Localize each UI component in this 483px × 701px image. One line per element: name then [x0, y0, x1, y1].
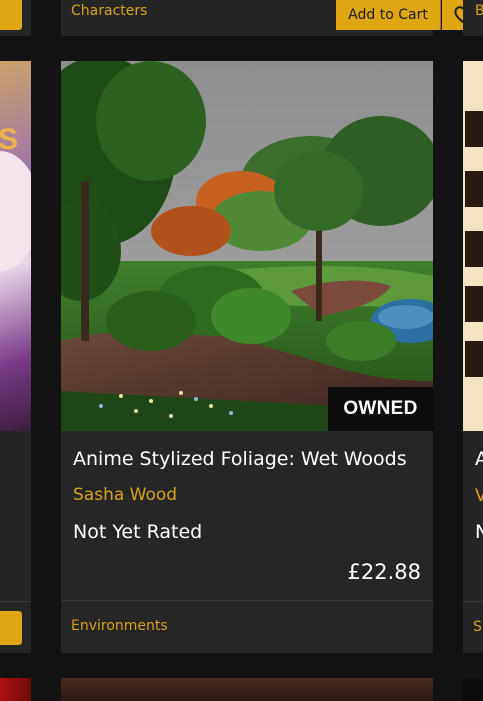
left-thumbnail-logo: S [0, 123, 19, 156]
owned-badge: OWNED [328, 387, 433, 431]
product-author-link[interactable]: Sasha Wood [73, 485, 177, 505]
forest-scene-image [61, 61, 433, 431]
product-thumbnail[interactable]: OWNED [61, 61, 433, 431]
product-rating: Not Yet Rated [73, 521, 203, 543]
bottom-right-card-thumbnail[interactable] [463, 678, 483, 701]
top-right-card: B [463, 0, 483, 36]
bottom-card-thumbnail[interactable] [61, 678, 433, 701]
left-card-divider [0, 601, 31, 602]
right-product-card[interactable]: A V N S [463, 61, 483, 653]
product-title-link[interactable]: Anime Stylized Foliage: Wet Woods [73, 448, 423, 470]
top-card: Characters Add to Cart [61, 0, 483, 36]
right-card-title[interactable]: A [475, 448, 483, 470]
product-card[interactable]: OWNED Anime Stylized Foliage: Wet Woods … [61, 61, 433, 653]
right-card-divider [463, 601, 483, 602]
product-category-link[interactable]: Environments [71, 618, 168, 634]
top-right-category-link[interactable]: B [475, 3, 483, 19]
right-card-rating: N [475, 521, 483, 543]
top-card-category-link[interactable]: Characters [71, 3, 147, 19]
right-card-author[interactable]: V [475, 486, 483, 506]
left-product-thumbnail[interactable]: S [0, 61, 31, 431]
right-card-category[interactable]: S [473, 619, 482, 635]
add-to-cart-button[interactable]: Add to Cart [336, 0, 441, 30]
bottom-left-card-thumbnail[interactable] [0, 678, 31, 701]
left-product-card[interactable]: S 45 [0, 61, 31, 653]
left-card-wishlist-button[interactable] [0, 611, 22, 645]
top-left-wishlist-button[interactable] [0, 0, 22, 30]
left-thumbnail-figure [0, 151, 31, 271]
right-product-thumbnail[interactable] [463, 61, 483, 431]
product-grid: Characters Add to Cart B S 45 [0, 0, 483, 701]
product-price: £22.88 [347, 560, 421, 584]
card-divider [61, 600, 433, 601]
